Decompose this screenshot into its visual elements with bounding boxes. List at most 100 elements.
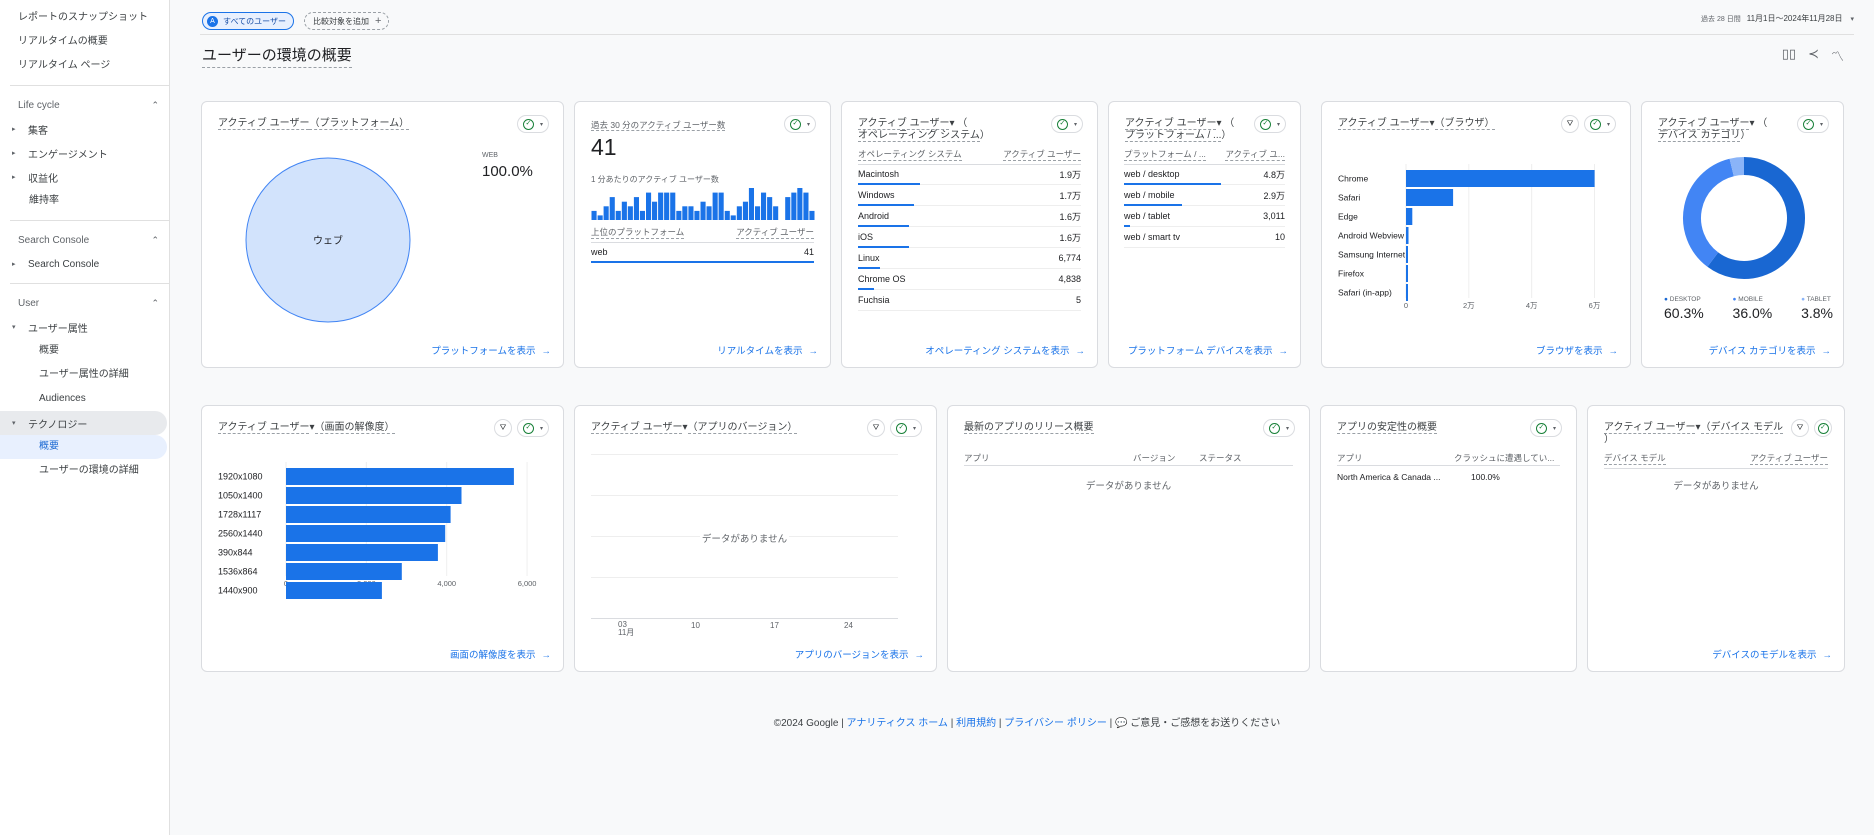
minute-bar[interactable] [658,192,664,220]
donut-slice[interactable] [1729,156,1745,177]
nav-audiences[interactable]: Audiences [0,387,169,411]
filter-button[interactable]: ⛛ [1560,115,1579,133]
card-title-dimension[interactable]: オペレーティング システム [858,130,980,142]
compare-icon[interactable]: ▯▯ [1782,46,1796,65]
comparison-status-button[interactable]: ✓ ▾ [1583,115,1616,133]
filter-button[interactable]: ⛛ [493,419,512,437]
nav-engagement[interactable]: ▸ エンゲージメント [0,141,169,165]
filter-button[interactable]: ⛛ [1791,419,1809,437]
minute-bar[interactable] [633,197,639,220]
comparison-status-button[interactable]: ✓ ▾ [1529,419,1562,437]
col-header-platform-device[interactable]: プラットフォーム / ... [1124,148,1206,161]
comparison-status-button[interactable]: ✓ ▾ [1796,115,1829,133]
category-bar[interactable] [1406,246,1408,263]
minute-bar[interactable] [785,197,791,220]
comparison-status-button[interactable]: ✓ ▾ [516,115,549,133]
card-title-dropdown-icon[interactable]: ▾ [682,422,687,433]
category-bar[interactable] [286,525,446,542]
card-title-dimension[interactable]: デバイス カテゴリ [1658,130,1741,142]
footer-feedback[interactable]: ご意見・ご感想をお送りください [1130,718,1280,729]
minute-bar[interactable] [724,210,730,220]
table-row[interactable]: web / desktop 4.8万 [1124,164,1285,185]
category-bar[interactable] [286,487,462,504]
section-user[interactable]: User ⌃ [0,291,169,315]
table-row[interactable]: web / mobile 2.9万 [1124,185,1285,206]
donut-slice[interactable] [1683,158,1735,267]
minute-bar[interactable] [797,188,803,220]
footer-link-privacy[interactable]: プライバシー ポリシー [1004,718,1107,729]
table-row[interactable]: Linux 6,774 [858,248,1081,269]
comparison-status-button[interactable]: ✓ ▾ [1253,115,1286,133]
nav-realtime-overview[interactable]: リアルタイムの概要 [0,30,169,54]
view-resolutions-link[interactable]: 画面の解像度を表示 → [450,647,551,661]
footer-link-analytics-home[interactable]: アナリティクス ホーム [847,718,948,729]
realtime-title[interactable]: 過去 30 分のアクティブ ユーザー数 [591,119,726,131]
category-bar[interactable] [1406,189,1454,206]
card-title-dropdown-icon[interactable]: ▾ [1695,422,1700,433]
minute-bar[interactable] [627,206,633,220]
nav-user-attributes[interactable]: ▾ ユーザー属性 [0,315,169,339]
minute-bar[interactable] [755,206,761,220]
col-header-version[interactable]: バージョン [1133,452,1175,464]
minute-bar[interactable] [712,192,718,220]
card-title-dropdown-icon[interactable]: ▾ [309,422,314,433]
nav-realtime-pages[interactable]: リアルタイム ページ [0,54,169,78]
col-header-users[interactable]: アクティブ ユ... [1225,148,1285,161]
card-title-metric[interactable]: アクティブ ユーザー [1604,422,1696,434]
card-title-dimension[interactable]: （デバイス モデル [1700,422,1783,434]
category-bar[interactable] [1406,284,1408,301]
add-comparison-chip[interactable]: 比較対象を追加 + [304,12,390,30]
minute-bar[interactable] [694,210,700,220]
footer-link-terms[interactable]: 利用規約 [956,718,996,729]
card-title-dimension[interactable]: （ブラウザ） [1434,118,1495,130]
view-realtime-link[interactable]: リアルタイムを表示 → [717,343,818,357]
minute-bar[interactable] [603,206,609,220]
col-header-crash-free[interactable]: クラッシュに遭遇してい... [1454,452,1554,464]
card-title-metric[interactable]: アクティブ ユーザー [1125,118,1217,130]
minute-bar[interactable] [748,188,754,220]
card-title-dimension[interactable]: （プラットフォーム） [309,118,410,130]
view-os-link[interactable]: オペレーティング システムを表示 → [925,343,1085,357]
col-header-platform[interactable]: 上位のプラットフォーム [591,226,685,239]
card-title-metric[interactable]: アクティブ ユーザー [218,118,310,130]
minute-bar[interactable] [706,206,712,220]
nav-attr-details[interactable]: ユーザー属性の詳細 [0,363,169,387]
card-title-dropdown-icon[interactable]: ▾ [1749,118,1754,129]
card-title-dimension[interactable]: （アプリのバージョン） [687,422,798,434]
table-row[interactable]: Chrome OS 4,838 [858,269,1081,290]
comparison-status-button[interactable]: ✓ ▾ [1262,419,1295,437]
minute-bar[interactable] [688,206,694,220]
nav-technology[interactable]: ▾ テクノロジー [0,411,167,435]
table-row[interactable]: web / tablet 3,011 [1124,206,1285,227]
col-header-status[interactable]: ステータス [1199,452,1242,464]
nav-retention[interactable]: 維持率 [0,189,169,213]
table-row[interactable]: Fuchsia 5 [858,290,1081,311]
minute-bar[interactable] [670,192,676,220]
table-row[interactable]: iOS 1.6万 [858,227,1081,248]
col-header-app[interactable]: アプリ [1337,452,1363,464]
insights-icon[interactable]: 〽 [1831,46,1844,65]
minute-bar[interactable] [609,197,615,220]
comparison-status-button[interactable]: ✓ ▾ [516,419,549,437]
view-platform-devices-link[interactable]: プラットフォーム デバイスを表示 → [1128,343,1288,357]
minute-bar[interactable] [682,206,688,220]
comparison-status-button[interactable]: ✓ [1814,419,1832,437]
category-bar[interactable] [1406,208,1413,225]
table-row[interactable]: web 41 [591,242,814,263]
comparison-status-button[interactable]: ✓ ▾ [1050,115,1083,133]
category-bar[interactable] [1406,227,1409,244]
minute-bar[interactable] [773,206,779,220]
card-title-metric[interactable]: アクティブ ユーザー [1658,118,1750,130]
category-bar[interactable] [286,506,451,523]
minute-bar[interactable] [615,210,621,220]
minute-bar[interactable] [767,197,773,220]
nav-monetization[interactable]: ▸ 収益化 [0,165,169,189]
all-users-chip[interactable]: A すべてのユーザー [202,12,294,30]
table-row[interactable]: Android 1.6万 [858,206,1081,227]
nav-search-console[interactable]: ▸ Search Console [0,252,169,276]
minute-bar[interactable] [646,192,652,220]
table-row[interactable]: Windows 1.7万 [858,185,1081,206]
minute-bar[interactable] [652,201,658,220]
minute-bar[interactable] [664,192,670,220]
category-bar[interactable] [286,582,382,599]
